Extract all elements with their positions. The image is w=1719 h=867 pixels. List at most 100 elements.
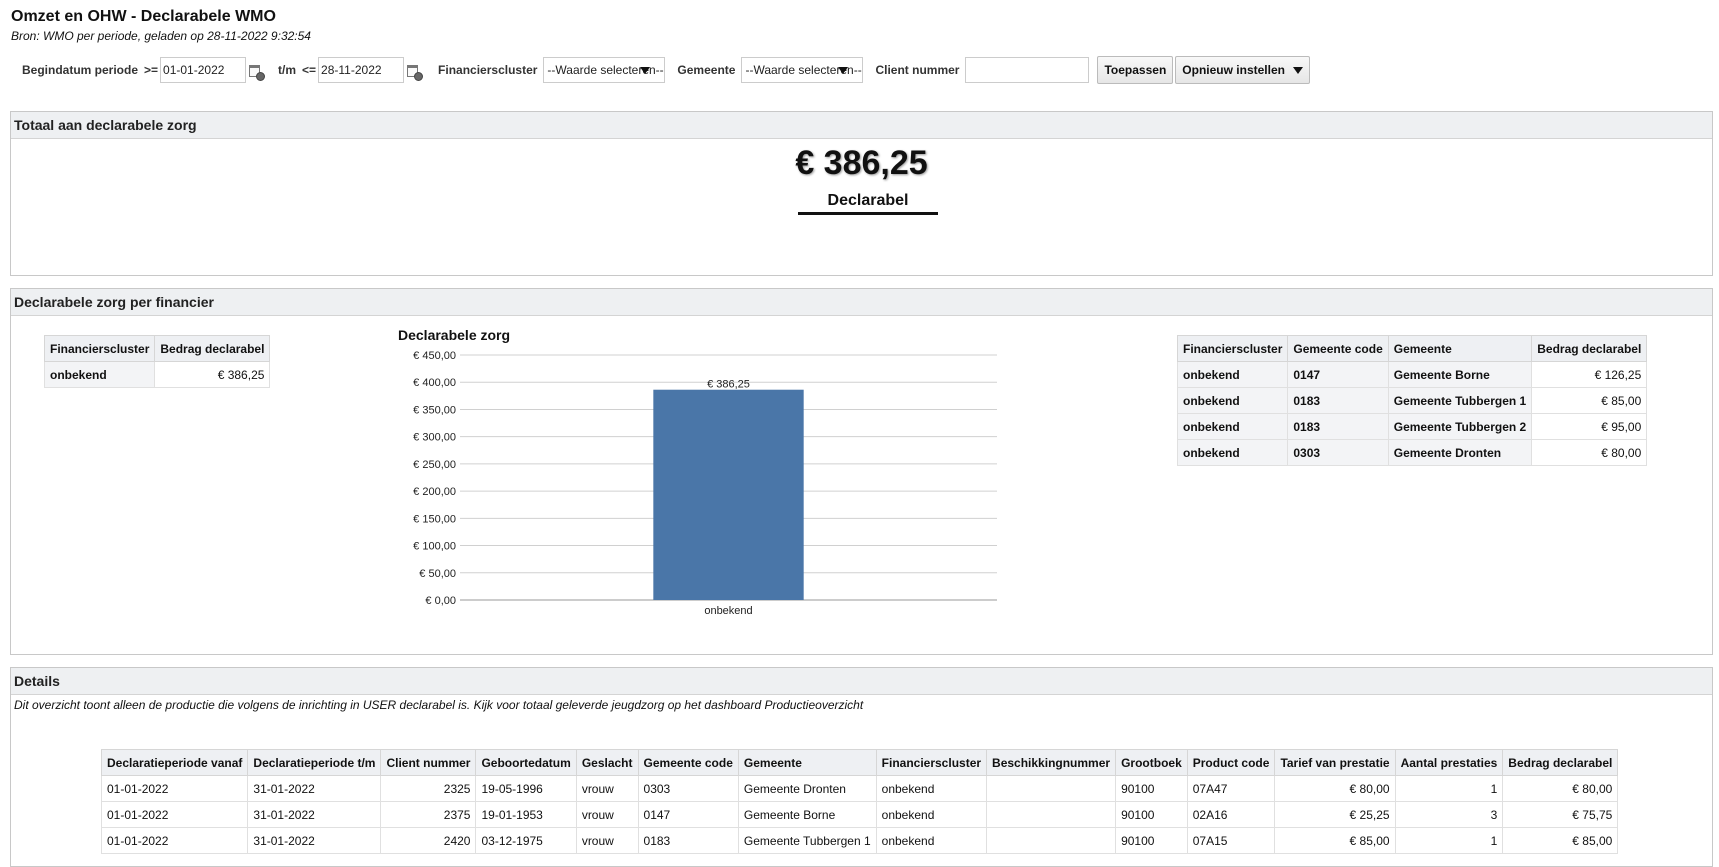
table-cell: 07A47 bbox=[1186, 775, 1276, 802]
column-header: Beschikkingnummer bbox=[986, 749, 1117, 776]
table-cell: € 85,00 bbox=[1274, 827, 1396, 854]
y-tick-label: € 450,00 bbox=[413, 350, 456, 362]
table-row: 01-01-2022 31-01-2022 2420 03-12-1975 vrouw 0… bbox=[100, 827, 1619, 854]
y-tick-label: € 200,00 bbox=[413, 486, 456, 498]
table-cell: onbekend bbox=[1176, 361, 1289, 388]
table-cell: 3 bbox=[1394, 801, 1504, 828]
financier-summary-table: Financierscluster Bedrag declarabel onbe… bbox=[43, 335, 271, 388]
column-header: Gemeente code bbox=[1287, 335, 1389, 362]
table-cell: 03-12-1975 bbox=[475, 827, 577, 854]
table-cell: Gemeente Tubbergen 1 bbox=[1387, 387, 1533, 414]
table-cell: onbekend bbox=[1176, 413, 1289, 440]
column-header: Bedrag declarabel bbox=[154, 335, 271, 362]
table-cell: 90100 bbox=[1115, 801, 1188, 828]
client-nummer-input[interactable] bbox=[965, 57, 1090, 83]
table-cell: 1 bbox=[1394, 775, 1504, 802]
column-header: Aantal prestaties bbox=[1394, 749, 1504, 776]
table-cell: onbekend bbox=[43, 361, 156, 388]
chevron-down-icon bbox=[838, 67, 849, 74]
column-header: Bedrag declarabel bbox=[1531, 335, 1648, 362]
details-panel-title: Details bbox=[11, 668, 1712, 695]
bar-chart: € 0,00 € 50,00 € 100,00 € 150,00 € 200,00 € 2… bbox=[413, 350, 997, 617]
kpi-value: € 386,25 bbox=[795, 144, 928, 182]
financierscluster-label: Financierscluster bbox=[438, 63, 538, 77]
table-cell: 01-01-2022 bbox=[100, 827, 249, 854]
data-label: € 386,25 bbox=[707, 379, 750, 391]
y-tick-label: € 50,00 bbox=[419, 568, 456, 580]
table-cell: 1 bbox=[1394, 827, 1504, 854]
begin-date-label: Begindatum periode bbox=[22, 63, 139, 77]
table-cell bbox=[986, 775, 1117, 802]
table-cell: € 126,25 bbox=[1531, 361, 1648, 388]
table-cell: onbekend bbox=[875, 775, 988, 802]
column-header: Client nummer bbox=[380, 749, 477, 776]
financier-panel: Declarabele zorg per financier Financier… bbox=[10, 288, 1713, 655]
table-cell: € 75,75 bbox=[1502, 801, 1619, 828]
table-cell: Gemeente Dronten bbox=[737, 775, 877, 802]
column-header: Financierscluster bbox=[43, 335, 156, 362]
table-cell: 31-01-2022 bbox=[247, 775, 382, 802]
details-table: Declaratieperiode vanaf Declaratieperiode… bbox=[100, 749, 1619, 854]
apply-button-label: Toepassen bbox=[1104, 63, 1167, 77]
column-header: Tarief van prestatie bbox=[1274, 749, 1396, 776]
table-cell: 0183 bbox=[1287, 413, 1389, 440]
table-cell: € 85,00 bbox=[1531, 387, 1648, 414]
table-cell: € 80,00 bbox=[1274, 775, 1396, 802]
begin-date-input[interactable] bbox=[160, 57, 247, 83]
chart-title: Declarabele zorg bbox=[398, 327, 511, 343]
calendar-icon[interactable] bbox=[248, 64, 266, 82]
table-cell: vrouw bbox=[575, 775, 639, 802]
table-cell: vrouw bbox=[575, 801, 639, 828]
column-header: Grootboek bbox=[1115, 749, 1188, 776]
end-date-label: t/m bbox=[278, 63, 297, 77]
table-header-row: Declaratieperiode vanaf Declaratieperiode… bbox=[100, 749, 1619, 776]
y-tick-label: € 0,00 bbox=[425, 595, 456, 607]
table-cell: 07A15 bbox=[1186, 827, 1276, 854]
table-row: onbekend 0303 Gemeente Dronten € 80,00 bbox=[1176, 439, 1648, 466]
table-cell: 0147 bbox=[1287, 361, 1389, 388]
end-date-input[interactable] bbox=[318, 57, 405, 83]
table-cell: 0303 bbox=[637, 775, 739, 802]
table-cell: 19-01-1953 bbox=[475, 801, 577, 828]
financier-panel-title: Declarabele zorg per financier bbox=[11, 289, 1712, 316]
calendar-icon[interactable] bbox=[406, 64, 424, 82]
y-tick-label: € 300,00 bbox=[413, 432, 456, 444]
table-cell: 0183 bbox=[637, 827, 739, 854]
column-header: Bedrag declarabel bbox=[1502, 749, 1619, 776]
table-cell: onbekend bbox=[1176, 439, 1289, 466]
filter-bar: Begindatum periode >= t/m <= Financiersc… bbox=[22, 55, 1310, 85]
table-cell: 02A16 bbox=[1186, 801, 1276, 828]
y-tick-label: € 150,00 bbox=[413, 513, 456, 525]
table-cell: 31-01-2022 bbox=[247, 801, 382, 828]
table-row: onbekend 0147 Gemeente Borne € 126,25 bbox=[1176, 361, 1648, 388]
table-cell: 0147 bbox=[637, 801, 739, 828]
reset-button[interactable]: Opnieuw instellen bbox=[1175, 56, 1310, 84]
totaal-panel: Totaal aan declarabele zorg € 386,25 Dec… bbox=[10, 111, 1713, 276]
y-tick-label: € 250,00 bbox=[413, 459, 456, 471]
financierscluster-select[interactable]: --Waarde selecteren-- bbox=[543, 57, 666, 83]
apply-button[interactable]: Toepassen bbox=[1097, 56, 1174, 84]
table-row: 01-01-2022 31-01-2022 2375 19-01-1953 vrouw 0… bbox=[100, 801, 1619, 828]
table-cell: € 80,00 bbox=[1502, 775, 1619, 802]
table-cell: Gemeente Tubbergen 2 bbox=[1387, 413, 1533, 440]
table-cell: € 80,00 bbox=[1531, 439, 1648, 466]
table-cell bbox=[986, 801, 1117, 828]
table-cell: Gemeente Dronten bbox=[1387, 439, 1533, 466]
column-header: Financierscluster bbox=[875, 749, 988, 776]
table-row: 01-01-2022 31-01-2022 2325 19-05-1996 vrouw 0… bbox=[100, 775, 1619, 802]
details-panel: Details Dit overzicht toont alleen de pr… bbox=[10, 667, 1713, 867]
column-header: Declaratieperiode vanaf bbox=[100, 749, 249, 776]
table-cell: 90100 bbox=[1115, 827, 1188, 854]
table-cell: 0303 bbox=[1287, 439, 1389, 466]
bar bbox=[653, 389, 804, 600]
table-row: onbekend 0183 Gemeente Tubbergen 1 € 85,… bbox=[1176, 387, 1648, 414]
table-cell: Gemeente Borne bbox=[1387, 361, 1533, 388]
y-tick-label: € 350,00 bbox=[413, 404, 456, 416]
column-header: Declaratieperiode t/m bbox=[247, 749, 382, 776]
column-header: Financierscluster bbox=[1176, 335, 1289, 362]
table-cell: 2325 bbox=[380, 775, 477, 802]
table-cell: Gemeente Borne bbox=[737, 801, 877, 828]
table-cell: € 25,25 bbox=[1274, 801, 1396, 828]
table-cell: onbekend bbox=[875, 827, 988, 854]
gemeente-select[interactable]: --Waarde selecteren-- bbox=[741, 57, 864, 83]
